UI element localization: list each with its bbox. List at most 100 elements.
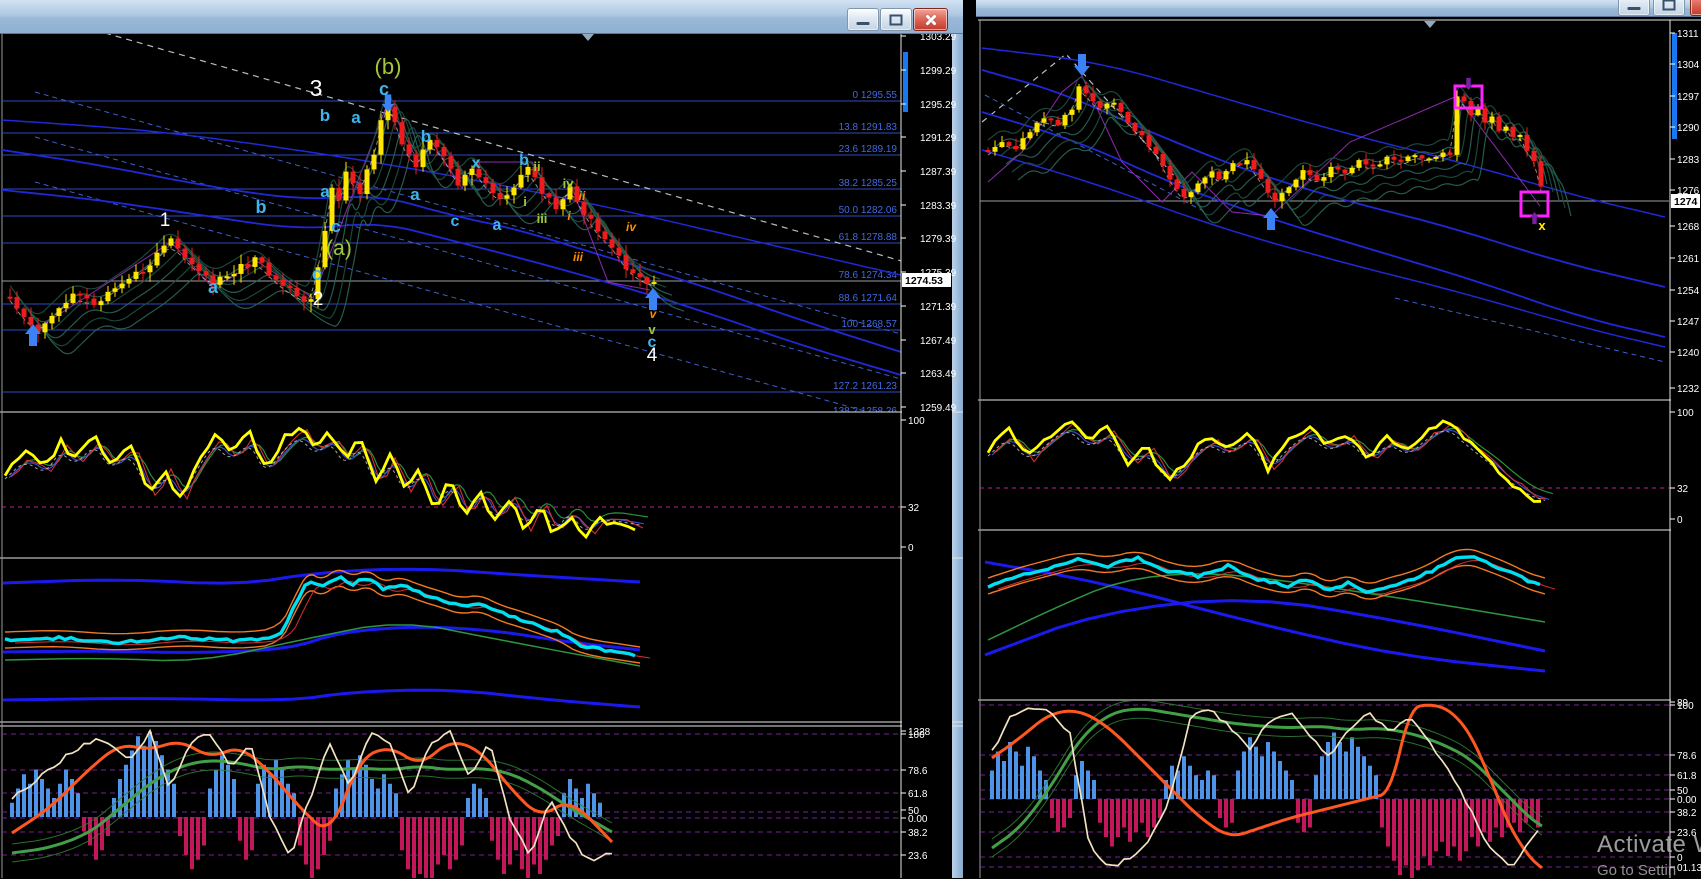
wave-label[interactable]: b xyxy=(256,197,267,217)
wave-label[interactable]: b xyxy=(519,152,529,169)
fib-label[interactable]: 38.2 1285.25 xyxy=(839,178,898,189)
wave-label[interactable]: 1 xyxy=(160,210,171,231)
price-tick: 1295.29 xyxy=(920,100,957,111)
wave-label[interactable]: 2 xyxy=(313,289,324,310)
fib-label[interactable]: 127.2 1261.23 xyxy=(833,381,897,392)
wave-label[interactable]: a xyxy=(410,185,420,204)
left-chart-canvas[interactable]: 0 1295.5513.8 1291.8323.6 1289.1938.2 12… xyxy=(0,0,963,878)
left-chart-window: 0 1295.55 13.8 1291.83 23.6 1289.19 38.2 12… xyxy=(0,0,963,878)
wave-label[interactable]: c xyxy=(451,213,460,230)
wave-label[interactable]: b xyxy=(421,127,431,146)
price-tick: 1268 xyxy=(1677,222,1700,233)
wave-label[interactable]: (a) xyxy=(326,237,352,260)
price-tick: 1263.49 xyxy=(920,369,957,380)
price-axis[interactable]: 1303.291299.291295.291291.291287.391283.… xyxy=(900,32,957,878)
indicator-tick: 23.6 xyxy=(908,851,928,862)
fib-label[interactable]: 13.8 1291.83 xyxy=(839,122,898,133)
watermark-line1: Activate Wi xyxy=(1597,831,1701,858)
wave-label[interactable]: 3 xyxy=(310,75,323,101)
indicator-tick: 38.2 xyxy=(908,828,928,839)
wave-label[interactable]: c xyxy=(331,217,340,236)
axis-scale-marker[interactable] xyxy=(903,52,908,112)
price-tick: 1259.49 xyxy=(920,403,957,414)
minimize-icon xyxy=(856,22,870,25)
current-price: 1274.53 xyxy=(905,275,943,287)
indicator-tick: 100 xyxy=(1677,408,1694,419)
fib-label[interactable]: 88.6 1271.64 xyxy=(839,293,898,304)
wave-label[interactable]: iii xyxy=(573,250,584,264)
price-tick: 1311 xyxy=(1677,29,1699,40)
wave-label[interactable]: x xyxy=(472,155,481,172)
restore-button[interactable] xyxy=(880,8,912,31)
restore-icon xyxy=(1662,0,1676,10)
indicator-tick: 100 xyxy=(908,416,925,427)
fib-label[interactable]: 100 1268.57 xyxy=(841,319,897,330)
indicator-tick: 38.2 xyxy=(1677,808,1697,819)
price-tick: 1267.49 xyxy=(920,336,957,347)
wave-label[interactable]: a xyxy=(320,182,330,201)
indicator-tick: 78.6 xyxy=(1677,751,1697,762)
indicator-tick: 61.8 xyxy=(908,789,928,800)
desktop: 0 1295.55 13.8 1291.83 23.6 1289.19 38.2 12… xyxy=(0,0,1701,879)
indicator-tick: 0.00 xyxy=(1677,795,1697,806)
wave-label[interactable]: a xyxy=(208,277,219,297)
close-button[interactable] xyxy=(913,8,948,31)
fib-label[interactable]: 23.6 1289.19 xyxy=(839,144,898,155)
wave-label[interactable]: a xyxy=(493,217,502,234)
price-tick: 1283 xyxy=(1677,155,1700,166)
indicator-tick: 78.6 xyxy=(908,766,928,777)
x-mark: x xyxy=(1538,218,1546,233)
price-tick: 1271.39 xyxy=(920,302,957,313)
price-tick: 1291.29 xyxy=(920,133,957,144)
indicator-tick: 32 xyxy=(908,503,920,514)
right-chart-canvas[interactable]: x131113041297129012831276126812611254124… xyxy=(976,0,1701,878)
price-tick: 1283.39 xyxy=(920,201,957,212)
windows-activation-watermark: Activate Wi Go to Settin xyxy=(1597,831,1701,879)
price-tick: 1261 xyxy=(1677,254,1700,265)
fib-label[interactable]: 0 1295.55 xyxy=(853,90,898,101)
price-tick: 1304 xyxy=(1677,60,1700,71)
indicator-tick: 32 xyxy=(1677,484,1689,495)
right-chart-window: x 1311 1304 1297 1290 1283 1276 1268 1261 1254 124… xyxy=(976,0,1701,878)
fib-label[interactable]: 61.8 1278.88 xyxy=(839,232,898,243)
right-titlebar[interactable] xyxy=(976,0,1701,17)
restore-icon xyxy=(889,14,903,25)
indicator-tick: 1328 xyxy=(908,727,931,738)
price-tick: 1287.39 xyxy=(920,167,957,178)
price-tick: 1240 xyxy=(1677,348,1700,359)
current-price: 1274 xyxy=(1674,196,1698,208)
wave-label[interactable]: ii xyxy=(579,189,586,203)
close-button[interactable] xyxy=(1690,0,1701,16)
price-axis[interactable]: 1311130412971290128312761268126112541247… xyxy=(1669,20,1701,878)
wave-label[interactable]: iv xyxy=(626,220,637,234)
price-tick: 1247 xyxy=(1677,317,1700,328)
window-right-border xyxy=(952,33,963,878)
wave-label[interactable]: ii xyxy=(533,159,540,174)
indicator-tick: 0 xyxy=(908,543,914,554)
wave-label[interactable]: a xyxy=(351,108,361,127)
price-tick: 1232 xyxy=(1677,384,1700,395)
wave-label[interactable]: c xyxy=(312,264,322,284)
left-titlebar[interactable] xyxy=(0,0,963,34)
price-tick: 1254 xyxy=(1677,286,1700,297)
fib-label[interactable]: 50.0 1282.06 xyxy=(839,205,898,216)
price-tick: 1297 xyxy=(1677,92,1700,103)
wave-label[interactable]: b xyxy=(320,106,330,125)
price-tick: 1279.39 xyxy=(920,234,957,245)
minimize-button[interactable] xyxy=(847,8,879,31)
wave-label[interactable]: (b) xyxy=(375,54,402,79)
restore-button[interactable] xyxy=(1653,0,1685,16)
wave-label[interactable]: v xyxy=(648,322,656,337)
price-tick: 1290 xyxy=(1677,123,1700,134)
indicator-tick: 0.00 xyxy=(908,814,928,825)
watermark-line2: Go to Settin xyxy=(1597,862,1677,879)
indicator-tick: 89 xyxy=(1677,698,1689,709)
wave-label[interactable]: c xyxy=(379,79,389,99)
indicator-tick: 61.8 xyxy=(1677,771,1697,782)
fib-label[interactable]: 138.2 1258.26 xyxy=(833,406,897,417)
wave-label[interactable]: iii xyxy=(537,211,548,226)
wave-label[interactable]: iv xyxy=(563,176,575,191)
minimize-icon xyxy=(1627,7,1641,10)
wave-label[interactable]: i xyxy=(523,194,527,209)
minimize-button[interactable] xyxy=(1618,0,1650,16)
